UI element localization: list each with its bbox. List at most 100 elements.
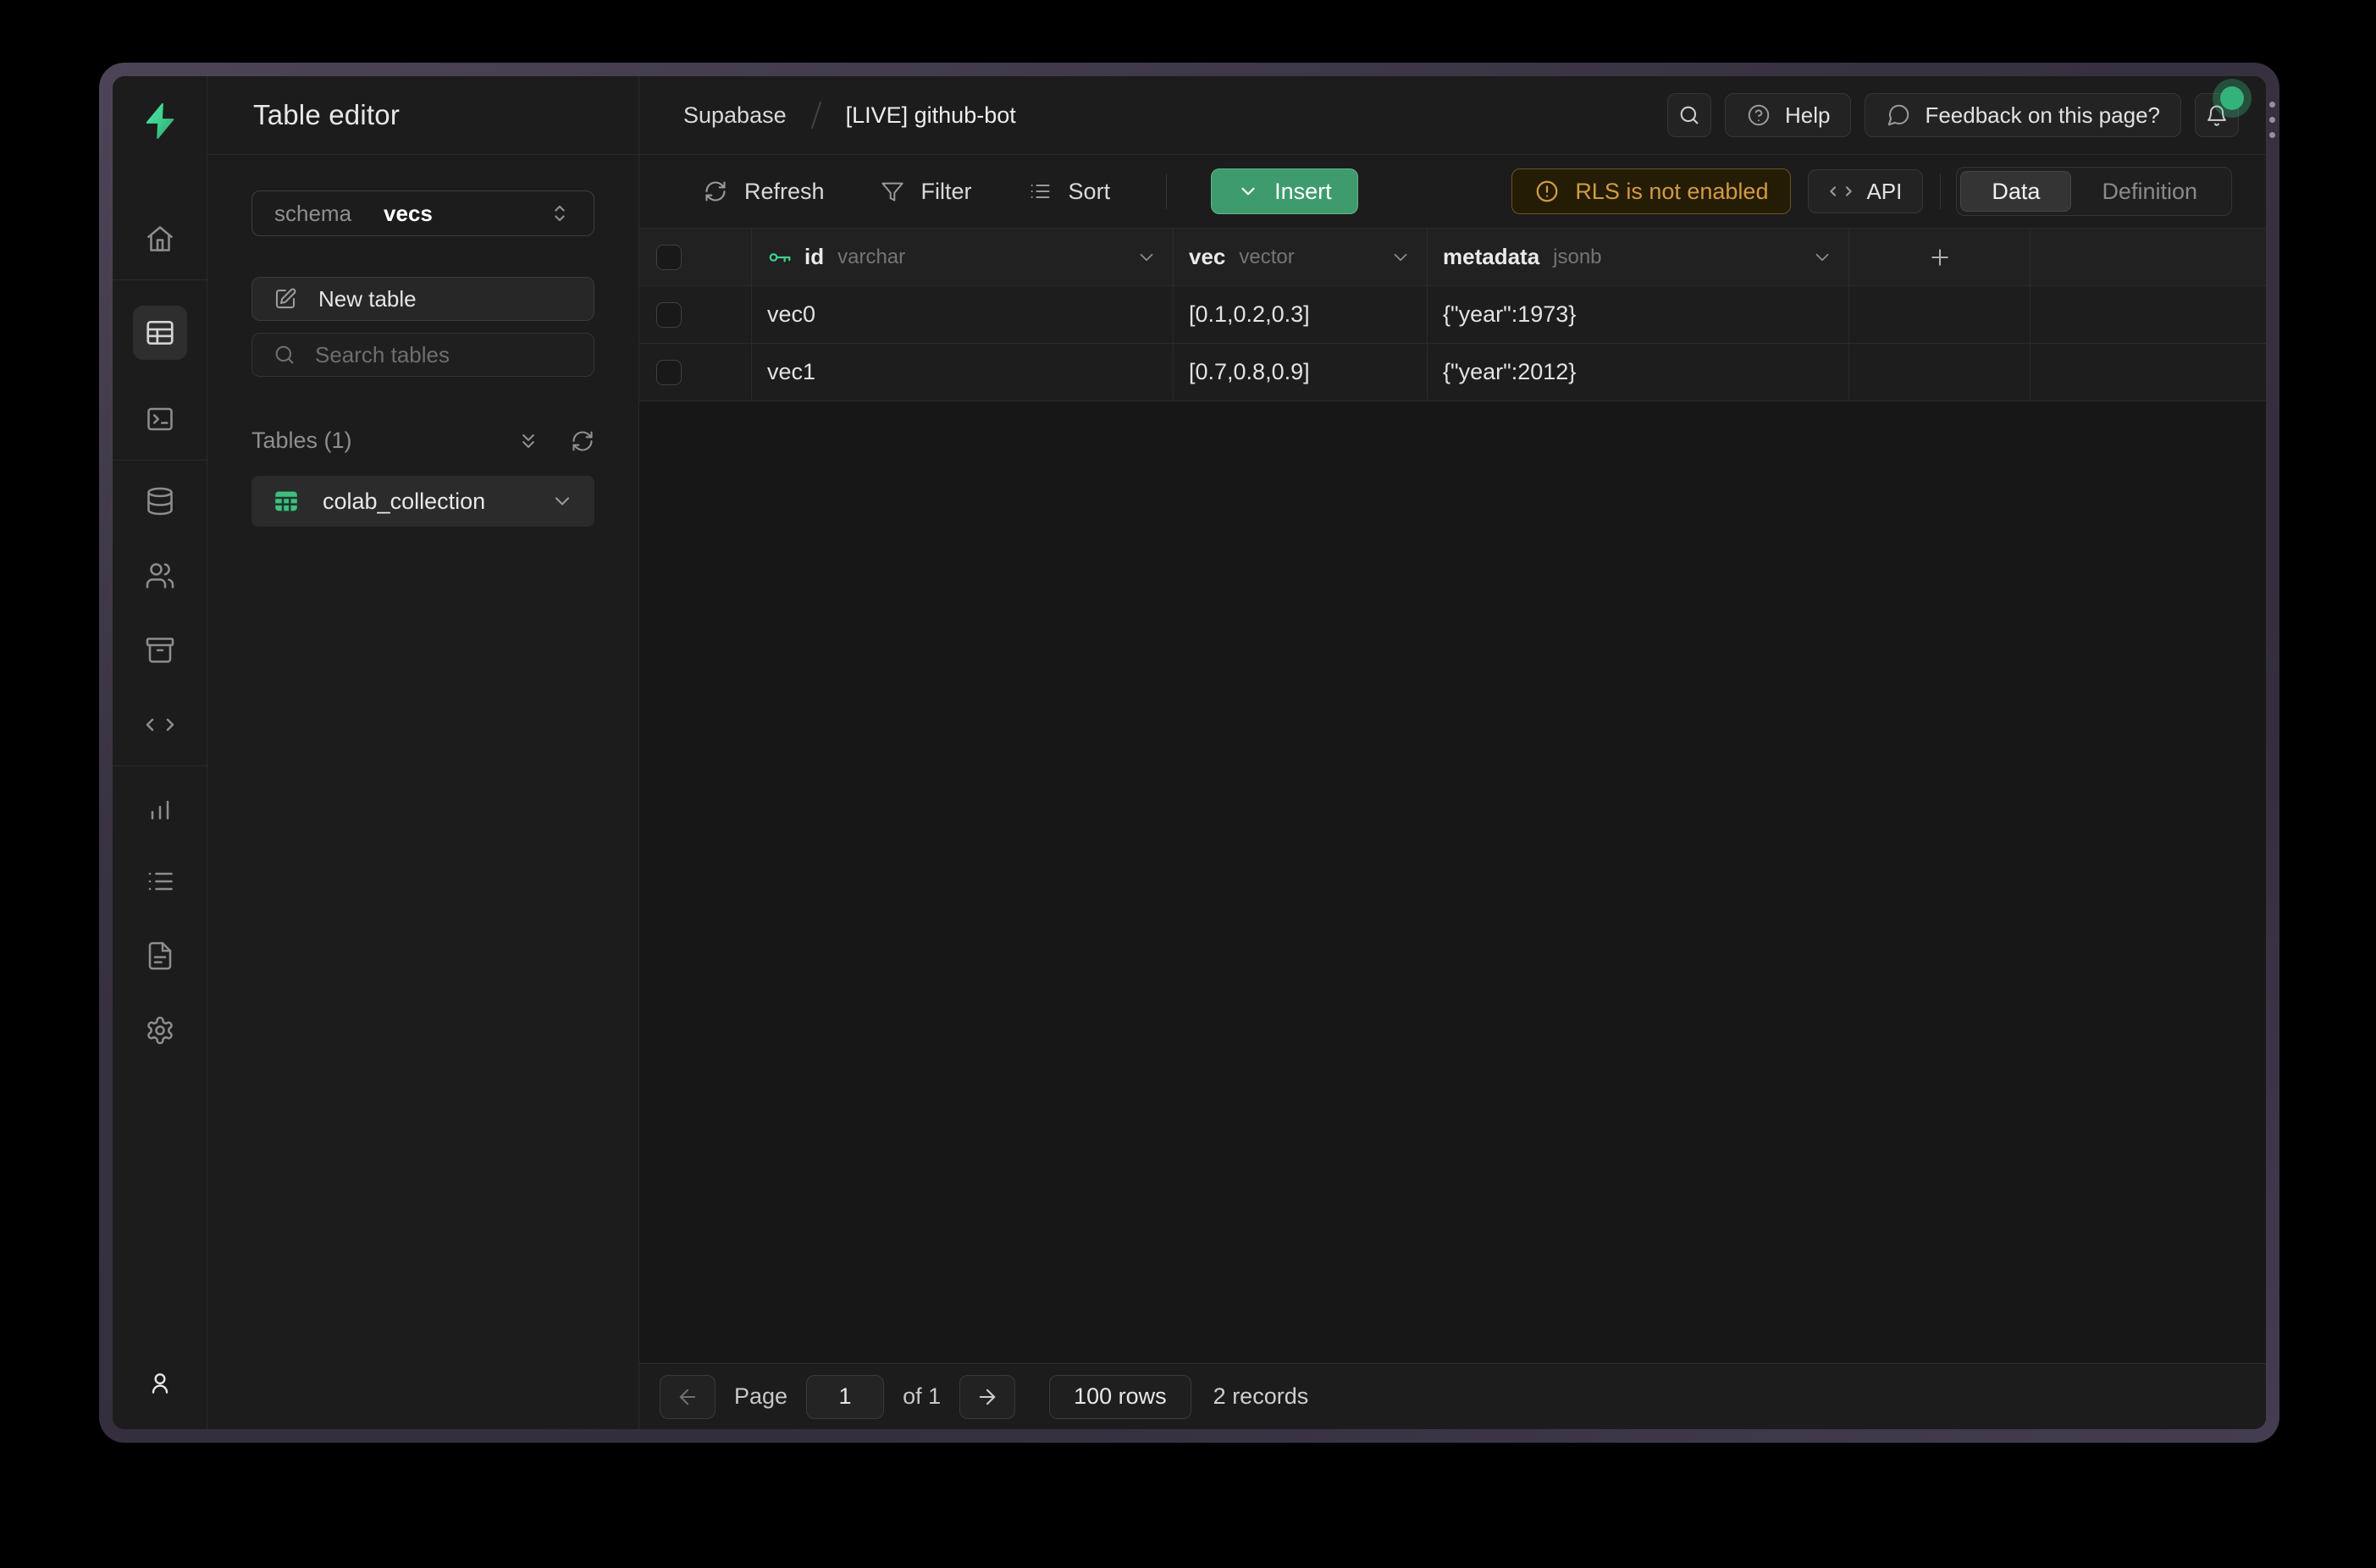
sidebar-item-table-editor[interactable] [133, 306, 187, 360]
feedback-button[interactable]: Feedback on this page? [1865, 93, 2181, 137]
table-name: colab_collection [323, 489, 485, 515]
supabase-logo-icon[interactable] [141, 102, 180, 141]
breadcrumb: Supabase [LIVE] github-bot [683, 101, 1016, 130]
new-table-label: New table [318, 286, 417, 312]
previous-page-button[interactable] [660, 1375, 716, 1419]
next-page-button[interactable] [959, 1375, 1015, 1419]
page-total-label: of 1 [903, 1383, 941, 1410]
rows-per-page-button[interactable]: 100 rows [1049, 1375, 1191, 1419]
account-avatar-icon[interactable] [146, 1370, 174, 1397]
pagination-footer: Page of 1 100 rows 2 records [639, 1363, 2266, 1429]
select-all-checkbox[interactable] [656, 245, 682, 270]
table-list-item-colab-collection[interactable]: colab_collection [251, 476, 594, 527]
sidebar-item-sql-editor[interactable] [145, 404, 175, 434]
new-table-button[interactable]: New table [251, 277, 594, 321]
schema-select[interactable]: schema vecs [251, 190, 594, 236]
filter-button[interactable]: Filter [881, 179, 972, 205]
tab-data[interactable]: Data [1960, 171, 2071, 212]
breadcrumb-separator [810, 102, 821, 130]
sidebar-item-database[interactable] [145, 486, 175, 516]
sidebar-item-edge-functions[interactable] [145, 709, 175, 740]
cell-id[interactable]: vec1 [752, 344, 1174, 400]
sidebar-item-auth[interactable] [145, 560, 175, 591]
column-header-id[interactable]: id varchar [752, 229, 1174, 285]
row-checkbox[interactable] [656, 302, 682, 328]
column-menu-icon[interactable] [1136, 246, 1158, 268]
search-icon [1677, 103, 1701, 127]
search-button[interactable] [1667, 93, 1711, 137]
select-all-cell [639, 229, 752, 285]
column-name: vec [1189, 244, 1225, 270]
main-panel: Supabase [LIVE] github-bot Help Feedback… [639, 76, 2266, 1429]
chevron-down-icon [1237, 180, 1259, 202]
cell-id[interactable]: vec0 [752, 286, 1174, 343]
arrow-left-icon [676, 1385, 699, 1409]
row-select-cell [639, 286, 752, 343]
add-column-button[interactable] [1849, 229, 2031, 285]
search-tables-input[interactable] [315, 342, 573, 368]
view-mode-tabs: Data Definition [1956, 167, 2232, 216]
chevron-down-icon[interactable] [550, 489, 574, 513]
sidebar-header: Table editor [207, 76, 638, 155]
cell-value: [0.7,0.8,0.9] [1189, 359, 1310, 385]
breadcrumb-project[interactable]: [LIVE] github-bot [846, 102, 1016, 129]
arrow-right-icon [975, 1385, 999, 1409]
column-name: metadata [1443, 244, 1539, 270]
cell-vec[interactable]: [0.7,0.8,0.9] [1174, 344, 1428, 400]
cell-value: {"year":1973} [1443, 301, 1576, 328]
rail-divider [113, 765, 207, 766]
notification-dot [2220, 86, 2244, 110]
sort-button[interactable]: Sort [1028, 179, 1111, 205]
refresh-button[interactable]: Refresh [704, 179, 825, 205]
rls-warning-label: RLS is not enabled [1575, 179, 1768, 205]
row-checkbox[interactable] [656, 360, 682, 385]
column-menu-icon[interactable] [1390, 246, 1412, 268]
rls-warning-button[interactable]: RLS is not enabled [1511, 168, 1791, 214]
page-title: Table editor [253, 99, 400, 131]
project-header: Supabase [LIVE] github-bot Help Feedback… [639, 76, 2266, 155]
toolbar-divider [1940, 174, 1941, 209]
empty-cell [1849, 286, 2031, 343]
filter-icon [881, 179, 904, 203]
refresh-tables-icon[interactable] [571, 429, 594, 453]
empty-cell [1849, 344, 2031, 400]
insert-label: Insert [1274, 179, 1332, 205]
cell-metadata[interactable]: {"year":2012} [1428, 344, 1849, 400]
search-icon [273, 343, 296, 367]
tab-definition[interactable]: Definition [2071, 171, 2228, 212]
grid-header-row: id varchar vec vector metadata jsonb [639, 229, 2266, 286]
window-handle-dots[interactable] [2269, 102, 2275, 138]
sidebar-item-storage[interactable] [145, 635, 175, 665]
sidebar-item-docs[interactable] [145, 941, 175, 971]
sidebar-item-home[interactable] [145, 224, 175, 254]
insert-button[interactable]: Insert [1211, 168, 1358, 214]
cell-metadata[interactable]: {"year":1973} [1428, 286, 1849, 343]
alert-circle-icon [1534, 179, 1560, 204]
supabase-studio: Table editor schema vecs New table Tabl [113, 76, 2266, 1429]
sidebar-item-reports[interactable] [145, 792, 175, 822]
tables-section-header: Tables (1) [251, 428, 594, 454]
sidebar-item-settings[interactable] [145, 1015, 175, 1046]
api-button[interactable]: API [1808, 169, 1923, 213]
data-grid: id varchar vec vector metadata jsonb [639, 229, 2266, 1363]
page-number-input[interactable] [806, 1375, 884, 1419]
column-type: vector [1239, 246, 1294, 269]
cell-vec[interactable]: [0.1,0.2,0.3] [1174, 286, 1428, 343]
refresh-label: Refresh [744, 179, 825, 205]
api-label: API [1866, 179, 1902, 205]
sort-list-icon [1028, 179, 1052, 203]
column-header-metadata[interactable]: metadata jsonb [1428, 229, 1849, 285]
app-window: Table editor schema vecs New table Tabl [99, 63, 2279, 1443]
table-row: vec1 [0.7,0.8,0.9] {"year":2012} [639, 344, 2266, 401]
collapse-all-icon[interactable] [517, 429, 540, 453]
notifications-button[interactable] [2195, 93, 2239, 137]
column-header-vec[interactable]: vec vector [1174, 229, 1428, 285]
table-editor-sidebar: Table editor schema vecs New table Tabl [207, 76, 639, 1429]
help-button[interactable]: Help [1725, 93, 1851, 137]
row-select-cell [639, 344, 752, 400]
help-circle-icon [1746, 102, 1771, 128]
sidebar-item-logs[interactable] [145, 866, 175, 897]
chevrons-up-down-icon [548, 202, 572, 225]
column-menu-icon[interactable] [1811, 246, 1833, 268]
breadcrumb-org[interactable]: Supabase [683, 102, 787, 129]
